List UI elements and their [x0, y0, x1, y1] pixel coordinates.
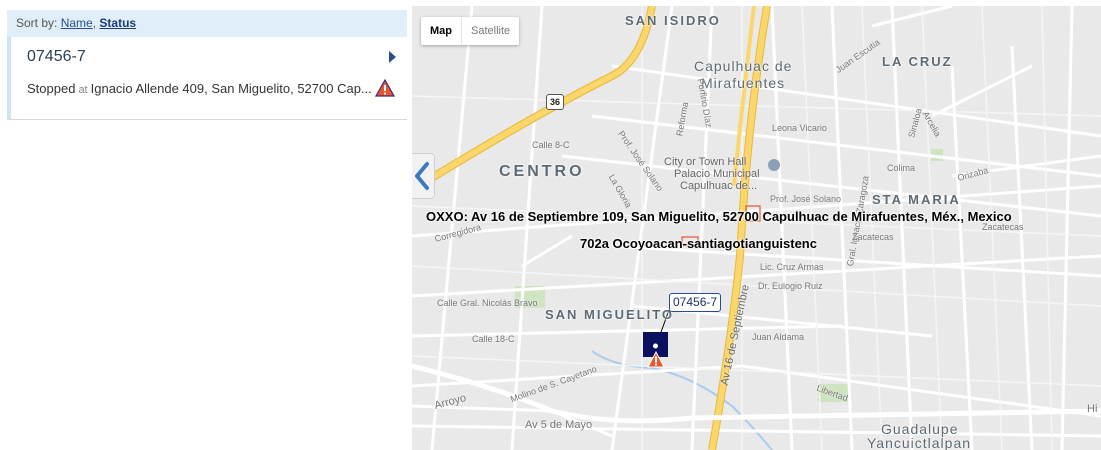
- vehicle-status: Stopped: [27, 81, 76, 96]
- vehicle-marker-label[interactable]: 07456-7: [669, 293, 722, 312]
- place-label-guadalupe-2: Yancuictlalpan: [867, 435, 972, 450]
- place-label-la-cruz: LA CRUZ: [882, 54, 953, 69]
- sort-bar: Sort by: Name, Status: [7, 10, 407, 37]
- map-view-button[interactable]: Map: [421, 17, 461, 45]
- vehicle-id: 07456-7: [27, 48, 86, 65]
- place-label-sta-maria: STA MARIA: [872, 192, 961, 207]
- poi-palacio-1: Palacio Municipal: [674, 168, 760, 180]
- poi-palacio-2: Capulhuac de...: [680, 180, 758, 192]
- map-type-control: Map Satellite: [421, 17, 520, 45]
- sort-label: Sort by:: [16, 16, 58, 30]
- map-view[interactable]: Map Satellite 36 SAN ISIDRO Capulhuac de…: [412, 6, 1101, 450]
- geofence-label-oxxo: OXXO: Av 16 de Septiembre 109, San Migue…: [426, 209, 1012, 224]
- street-zacatecas: Zacatecas: [852, 232, 894, 242]
- route-36-shield: 36: [546, 94, 564, 110]
- street-eulogio-ruiz: Dr. Eulogio Ruiz: [758, 281, 823, 291]
- place-label-centro: CENTRO: [499, 163, 585, 180]
- street-prof-jose-solano-2: Prof. José Solano: [770, 194, 842, 204]
- poi-city-hall: City or Town Hall: [664, 156, 747, 168]
- city-hall-pin: [768, 159, 780, 171]
- street-calle-18c: Calle 18-C: [472, 334, 515, 344]
- map-warning-icon: [647, 351, 665, 368]
- place-label-san-miguelito: SAN MIGUELITO: [545, 307, 675, 322]
- satellite-view-button[interactable]: Satellite: [461, 17, 519, 45]
- chevron-right-icon[interactable]: [389, 51, 396, 63]
- place-label-capulhuac-2: Mirafuentes: [701, 75, 786, 91]
- place-label-capulhuac-1: Capulhuac de: [694, 58, 793, 74]
- street-hi: Hi: [1087, 403, 1098, 415]
- vehicle-status-line: Stopped at Ignacio Allende 409, San Miguel…: [27, 81, 372, 96]
- at-label: at: [78, 84, 88, 96]
- sort-by-status-link[interactable]: Status: [99, 16, 136, 30]
- street-av-5-de-mayo: Av 5 de Mayo: [525, 419, 593, 431]
- sort-separator: ,: [92, 16, 97, 30]
- street-colima: Colima: [887, 163, 916, 173]
- street-juan-aldama: Juan Aldama: [752, 332, 805, 342]
- place-label-san-isidro: SAN ISIDRO: [625, 13, 721, 28]
- street-nicolas-bravo: Calle Gral. Nicolás Bravo: [437, 298, 538, 308]
- vehicle-address: Ignacio Allende 409, San Miguelito, 5270…: [90, 81, 372, 96]
- collapse-panel-button[interactable]: [412, 153, 435, 199]
- chevron-left-icon: [415, 162, 429, 190]
- warning-icon: [375, 79, 395, 97]
- street-leona-vicario: Leona Vicario: [772, 123, 827, 133]
- vehicle-list-item[interactable]: 07456-7 Stopped at Ignacio Allende 409, Sa…: [7, 37, 407, 120]
- street-cruz-armas: Lic. Cruz Armas: [760, 262, 824, 272]
- vehicle-list-panel: Sort by: Name, Status 07456-7 Stopped at I…: [0, 0, 412, 450]
- geofence-label-route: 702a Ocoyoacan-santiagotianguistenc: [580, 236, 817, 251]
- street-calle-8c: Calle 8-C: [532, 140, 570, 150]
- sort-by-name-link[interactable]: Name: [61, 16, 93, 30]
